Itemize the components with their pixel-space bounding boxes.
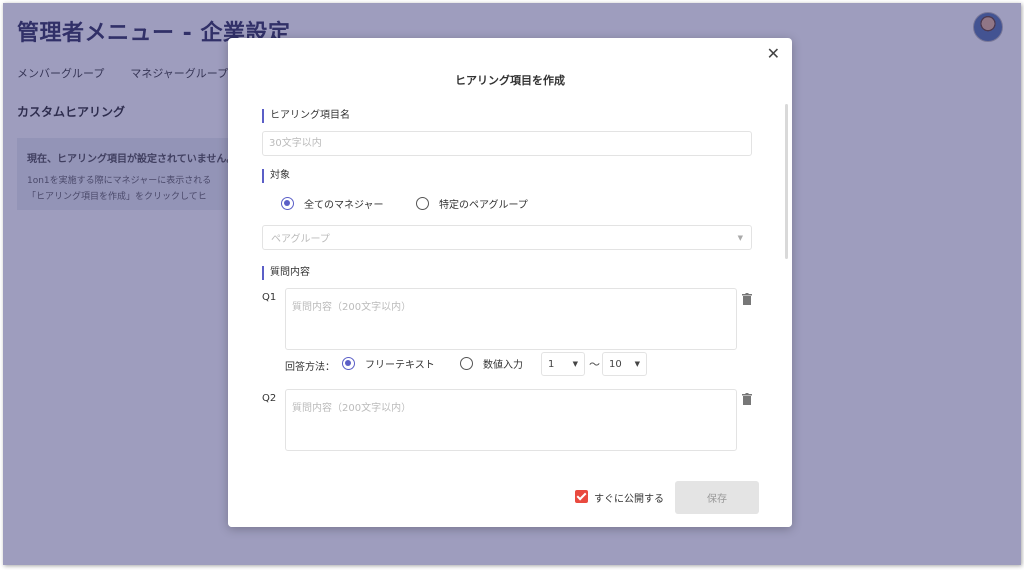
radio-specific-pair-group-label: 特定のペアグループ — [439, 200, 528, 211]
chevron-down-icon: ▼ — [634, 360, 640, 368]
questions-label: 質問内容 — [262, 266, 310, 280]
save-button[interactable]: 保存 — [675, 481, 759, 514]
radio-free-text[interactable]: フリーテキスト — [342, 356, 435, 371]
name-label: ヒアリング項目名 — [262, 109, 350, 123]
close-icon[interactable]: ✕ — [767, 46, 780, 62]
radio-numeric-input[interactable]: 数値入力 — [460, 356, 523, 371]
publish-checkbox[interactable] — [575, 490, 588, 503]
radio-icon-checked[interactable] — [281, 197, 294, 210]
pair-group-select-placeholder: ペアグループ — [271, 234, 330, 245]
chevron-down-icon: ▼ — [572, 360, 578, 368]
question-1-label: Q1 — [262, 292, 277, 303]
question-2-input[interactable] — [285, 389, 737, 451]
trash-icon[interactable] — [742, 393, 752, 405]
radio-all-managers-label: 全てのマネジャー — [304, 200, 384, 211]
scrollbar[interactable] — [785, 104, 788, 259]
radio-specific-pair-group[interactable]: 特定のペアグループ — [416, 196, 528, 211]
pair-group-select[interactable]: ペアグループ ▼ — [262, 225, 752, 250]
range-separator: 〜 — [589, 358, 600, 371]
radio-icon[interactable] — [416, 197, 429, 210]
radio-icon[interactable] — [460, 357, 473, 370]
trash-icon[interactable] — [742, 293, 752, 305]
publish-label[interactable]: すぐに公開する — [594, 490, 664, 505]
question-1-input[interactable] — [285, 288, 737, 350]
radio-all-managers[interactable]: 全てのマネジャー — [281, 196, 384, 211]
radio-icon-checked[interactable] — [342, 357, 355, 370]
name-input[interactable] — [262, 131, 752, 156]
range-max-value: 10 — [609, 358, 622, 370]
range-min-value: 1 — [548, 358, 555, 370]
target-label: 対象 — [262, 169, 290, 183]
app-window: 管理者メニュー - 企業設定 メンバーグループ マネジャーグループ カスタムヒア… — [3, 3, 1021, 565]
modal-title: ヒアリング項目を作成 — [455, 74, 565, 87]
range-min-select[interactable]: 1 ▼ — [541, 352, 585, 376]
answer-method-label: 回答方法： — [285, 362, 335, 373]
radio-free-text-label: フリーテキスト — [365, 360, 435, 371]
radio-numeric-input-label: 数値入力 — [483, 360, 523, 371]
modal-footer: すぐに公開する 保存 — [228, 458, 792, 527]
range-max-select[interactable]: 10 ▼ — [602, 352, 647, 376]
create-hearing-modal: ✕ ヒアリング項目を作成 ヒアリング項目名 対象 全てのマネジャー 特定のペアグ… — [228, 38, 792, 527]
question-2-label: Q2 — [262, 393, 277, 404]
chevron-down-icon: ▼ — [737, 233, 743, 242]
